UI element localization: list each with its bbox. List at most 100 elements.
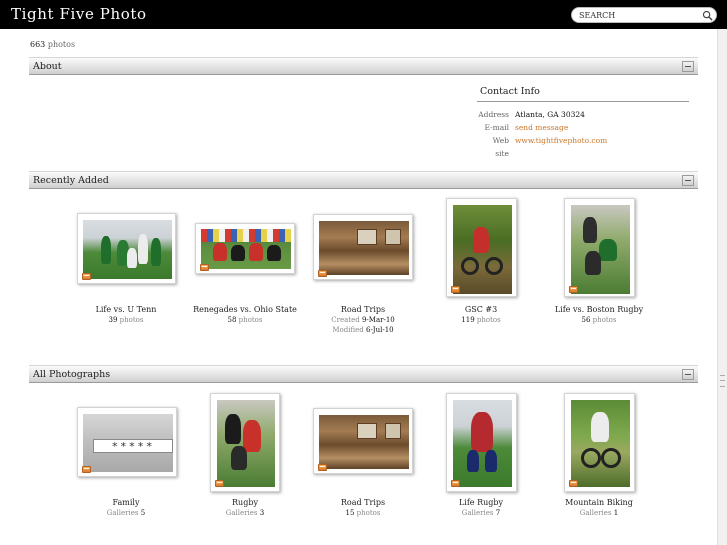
gallery-icon	[569, 286, 578, 293]
gallery-icon	[318, 464, 327, 471]
scrollbar[interactable]	[717, 29, 727, 545]
gallery-caption: Life vs. Boston Rugby 56 photos	[534, 304, 664, 325]
gallery-thumbnail[interactable]	[313, 214, 413, 280]
galleries-label: Galleries	[461, 509, 494, 517]
galleries-label: Galleries	[579, 509, 612, 517]
gallery-caption: Life Rugby Galleries 7	[416, 497, 546, 518]
gallery-thumbnail[interactable]: *****	[77, 407, 177, 477]
gallery-icon	[569, 480, 578, 487]
gallery-icon	[451, 286, 460, 293]
photo-count-value: 15	[345, 509, 355, 517]
scrollbar-grip[interactable]	[720, 375, 725, 387]
locked-gallery-photo: *****	[83, 414, 173, 472]
gallery-title[interactable]: Road Trips	[298, 304, 428, 315]
photo-count-unit: photos	[476, 316, 501, 324]
gallery-caption: Road Trips 15 photos	[298, 497, 428, 518]
photo-count-unit: photos	[356, 509, 381, 517]
photo-count-value: 58	[227, 316, 237, 324]
all-photographs-section-bar[interactable]: All Photographs	[29, 365, 698, 383]
gallery-photo	[571, 205, 630, 294]
gallery-photo	[319, 415, 409, 469]
about-section-bar[interactable]: About	[29, 57, 698, 75]
gallery-photo	[217, 400, 275, 487]
gallery-title[interactable]: Life vs. U Tenn	[61, 304, 191, 315]
send-message-link[interactable]: send message	[509, 121, 568, 134]
galleries-label: Galleries	[106, 509, 139, 517]
gallery-icon	[200, 264, 209, 271]
modified-date: 6-Jul-10	[365, 326, 394, 334]
photo-count-unit: photos	[238, 316, 263, 324]
gallery-thumbnail[interactable]	[446, 198, 517, 297]
photo-count-unit: photos	[592, 316, 617, 324]
gallery-photo	[453, 205, 512, 294]
photo-count-value: 56	[581, 316, 591, 324]
search-input[interactable]	[579, 9, 697, 22]
gallery-caption: Family Galleries 5	[61, 497, 191, 518]
gallery-caption: Renegades vs. Ohio State 58 photos	[180, 304, 310, 325]
gallery-icon	[451, 480, 460, 487]
gallery-title[interactable]: Renegades vs. Ohio State	[180, 304, 310, 315]
gallery-caption: Life vs. U Tenn 39 photos	[61, 304, 191, 325]
gallery-title[interactable]: Road Trips	[298, 497, 428, 508]
contact-title: Contact Info	[477, 86, 689, 102]
contact-address: Atlanta, GA 30324	[515, 110, 585, 119]
contact-label: Web site	[492, 136, 509, 158]
gallery-caption: Mountain Biking Galleries 1	[534, 497, 664, 518]
collapse-icon[interactable]	[682, 61, 694, 72]
gallery-thumbnail[interactable]	[564, 393, 635, 492]
gallery-thumbnail[interactable]	[77, 213, 176, 284]
contact-row-email: E-mail send message	[477, 121, 689, 134]
contact-row-website: Web site www.tightfivephoto.com	[477, 134, 689, 158]
gallery-thumbnail[interactable]	[210, 393, 280, 492]
password-mask: *****	[93, 439, 173, 453]
gallery-caption: GSC #3 119 photos	[416, 304, 546, 325]
gallery-icon	[82, 273, 91, 280]
contact-label: E-mail	[484, 123, 509, 132]
created-date: 9-Mar-10	[361, 316, 395, 324]
gallery-title[interactable]: Life vs. Boston Rugby	[534, 304, 664, 315]
all-photographs-section-title: All Photographs	[33, 369, 111, 380]
recently-added-section-bar[interactable]: Recently Added	[29, 171, 698, 189]
contact-info: Contact Info Address Atlanta, GA 30324 E…	[477, 86, 689, 158]
photo-count-number: 663	[30, 40, 46, 49]
gallery-title[interactable]: Life Rugby	[416, 497, 546, 508]
modified-label: Modified	[332, 326, 364, 334]
gallery-thumbnail[interactable]	[564, 198, 635, 297]
photo-count-value: 119	[461, 316, 475, 324]
gallery-photo	[453, 400, 512, 487]
search-icon[interactable]	[702, 10, 713, 21]
gallery-caption: Road Trips Created 9-Mar-10 Modified 6-J…	[298, 304, 428, 335]
galleries-count: 7	[495, 509, 501, 517]
site-title[interactable]: Tight Five Photo	[11, 5, 147, 23]
galleries-count: 3	[259, 509, 265, 517]
gallery-title[interactable]: GSC #3	[416, 304, 546, 315]
top-bar: Tight Five Photo	[0, 0, 727, 29]
about-section-title: About	[33, 61, 62, 72]
gallery-caption: Rugby Galleries 3	[180, 497, 310, 518]
website-link[interactable]: www.tightfivephoto.com	[509, 134, 607, 147]
galleries-count: 1	[613, 509, 619, 517]
gallery-title[interactable]: Family	[61, 497, 191, 508]
gallery-photo	[83, 220, 172, 279]
gallery-photo	[319, 221, 409, 275]
gallery-icon	[215, 480, 224, 487]
gallery-title[interactable]: Mountain Biking	[534, 497, 664, 508]
gallery-thumbnail[interactable]	[313, 408, 413, 474]
gallery-thumbnail[interactable]	[195, 223, 295, 274]
galleries-count: 5	[140, 509, 146, 517]
collapse-icon[interactable]	[682, 175, 694, 186]
contact-row-address: Address Atlanta, GA 30324	[477, 108, 689, 121]
search-box[interactable]	[571, 7, 717, 23]
contact-label: Address	[478, 110, 509, 119]
gallery-photo	[201, 229, 291, 269]
galleries-label: Galleries	[225, 509, 258, 517]
collapse-icon[interactable]	[682, 369, 694, 380]
gallery-thumbnail[interactable]	[446, 393, 517, 492]
gallery-icon	[318, 270, 327, 277]
created-label: Created	[331, 316, 360, 324]
gallery-icon	[82, 466, 91, 473]
photo-count-label: photos	[47, 40, 76, 49]
photo-count-unit: photos	[119, 316, 144, 324]
gallery-title[interactable]: Rugby	[180, 497, 310, 508]
recently-added-section-title: Recently Added	[33, 175, 109, 186]
